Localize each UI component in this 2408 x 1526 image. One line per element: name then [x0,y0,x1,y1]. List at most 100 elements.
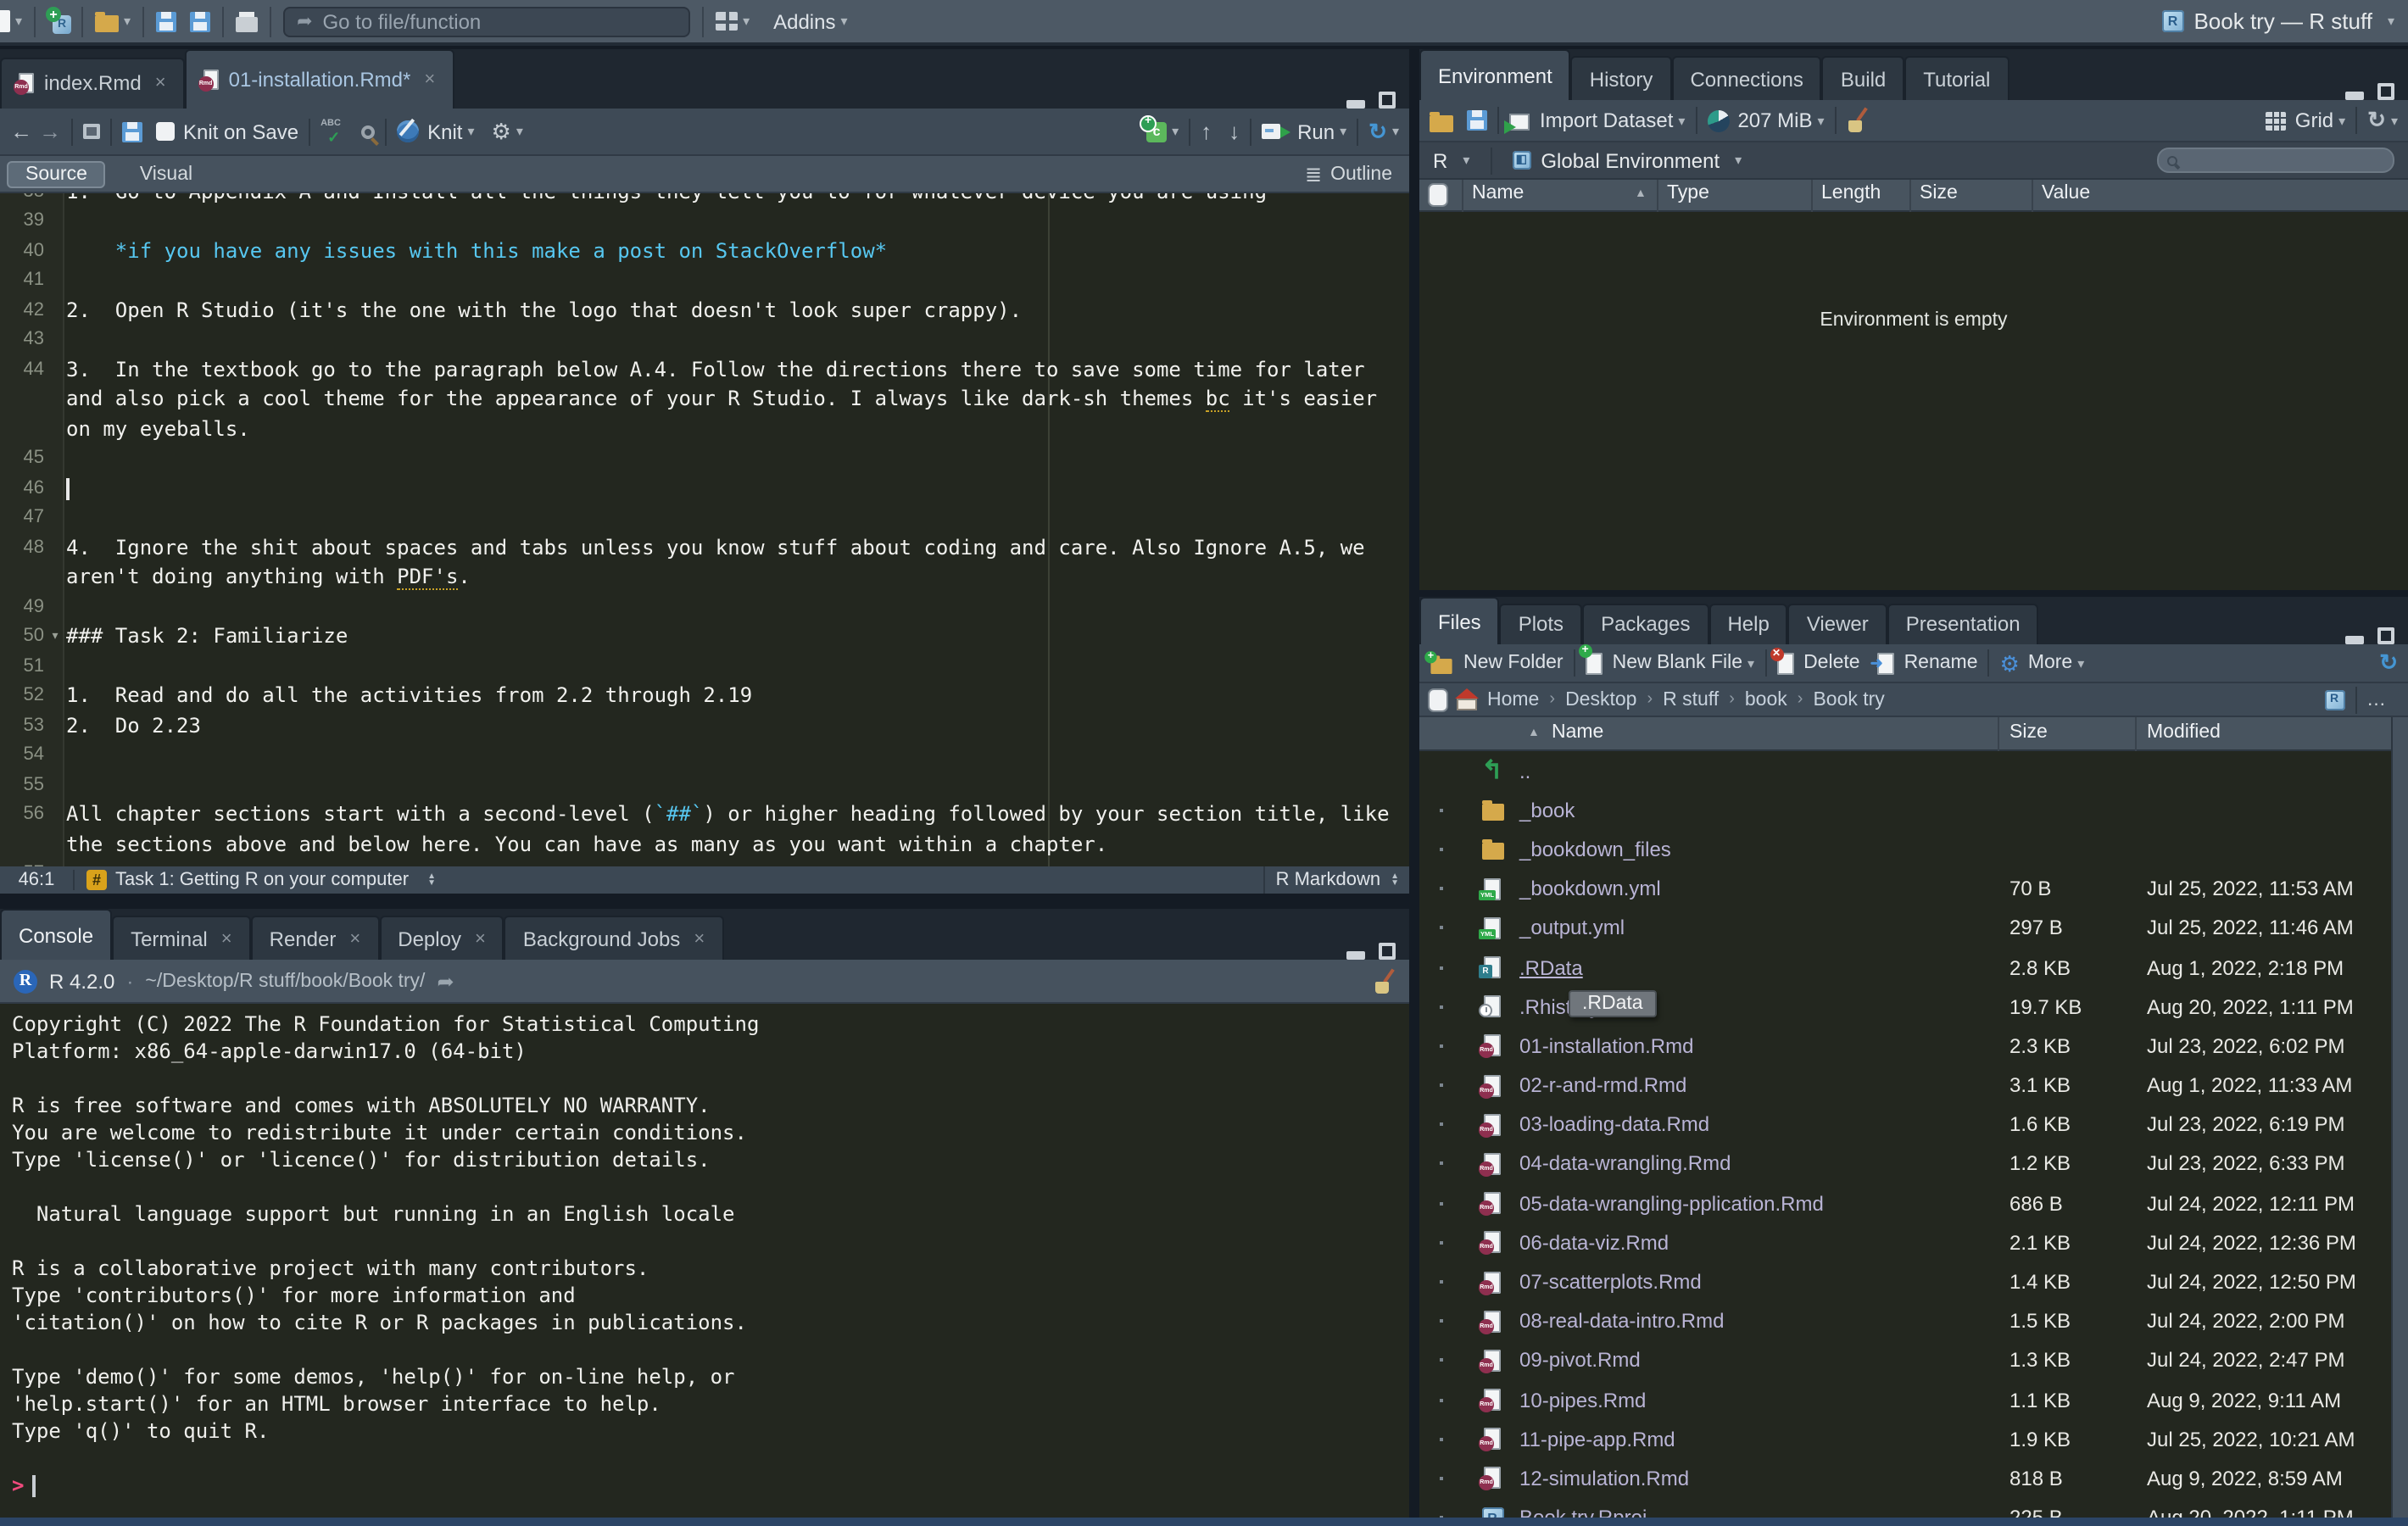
editor-line[interactable]: 422. Open R Studio (it's the one with th… [0,295,1409,325]
file-row[interactable]: Rmd10-pipes.Rmd1.1 KBAug 9, 2022, 9:11 A… [1419,1380,2391,1419]
pane-layout-caret-icon[interactable]: ▾ [743,14,750,29]
env-col-size[interactable]: Size [1920,183,1958,203]
environment-caret-icon[interactable]: ▾ [1735,153,1742,168]
save-all-icon[interactable] [190,11,210,31]
editor-line[interactable]: 45 [0,443,1409,473]
popout-icon[interactable] [83,124,100,139]
editor-line[interactable]: 54 [0,740,1409,770]
rerun-caret-icon[interactable]: ▾ [1392,124,1399,139]
grid-view-icon[interactable] [2266,111,2287,130]
env-refresh-caret-icon[interactable]: ▾ [2391,113,2398,128]
delete-button[interactable]: Delete [1803,653,1860,673]
run-caret-icon[interactable]: ▾ [1340,124,1346,139]
breadcrumb-item[interactable]: Desktop [1565,689,1636,710]
console-tab-background-jobs[interactable]: Background Jobs× [504,916,723,960]
file-row[interactable]: R.RData2.8 KBAug 1, 2022, 2:18 PM [1419,948,2391,987]
file-row[interactable]: Rmd02-r-and-rmd.Rmd3.1 KBAug 1, 2022, 11… [1419,1066,2391,1105]
editor-line[interactable]: 55 [0,770,1409,799]
working-directory[interactable]: ~/Desktop/R stuff/book/Book try/ [145,971,425,991]
spellcheck-icon[interactable] [321,120,348,143]
tab-history[interactable]: History [1571,56,1672,100]
editor-line[interactable]: 484. Ignore the shit about spaces and ta… [0,532,1409,562]
file-row[interactable]: _book [1419,790,2391,829]
home-icon[interactable] [1457,699,1477,710]
close-tab-icon[interactable]: × [349,928,360,949]
close-tab-icon[interactable]: × [694,928,705,949]
editor-tab-01-installation-rmd-[interactable]: Rmd01-installation.Rmd*× [185,49,454,109]
new-blank-file-icon[interactable]: + [1586,652,1603,674]
console-minimize-icon[interactable] [1346,951,1365,960]
breadcrumb-item[interactable]: Home [1487,689,1539,710]
new-folder-icon[interactable]: + [1430,658,1452,673]
tab-help[interactable]: Help [1708,604,1787,644]
file-row[interactable]: Rmd05-data-wrangling-pplication.Rmd686 B… [1419,1183,2391,1222]
env-col-name[interactable]: Name [1472,183,1524,203]
files-col-size[interactable]: Size [2009,722,2048,743]
breadcrumb-more-button[interactable]: … [2355,686,2398,713]
close-tab-icon[interactable]: × [155,74,166,94]
files-col-name[interactable]: Name [1552,722,1603,743]
environment-search-input[interactable] [2157,148,2394,173]
env-col-type[interactable]: Type [1667,183,1709,203]
addins-caret-icon[interactable]: ▾ [841,14,848,29]
clear-console-broom-icon[interactable] [1374,969,1396,993]
file-name[interactable]: _book [1519,799,1575,822]
editor-line[interactable]: 521. Read and do all the activities from… [0,681,1409,710]
new-folder-button[interactable]: New Folder [1463,653,1564,673]
file-name[interactable]: _bookdown_files [1519,838,1671,861]
run-icon[interactable] [1262,124,1280,139]
new-blank-file-caret-icon[interactable]: ▾ [1747,655,1754,671]
file-row[interactable]: .Rhistory.RData19.7 KBAug 20, 2022, 1:11… [1419,987,2391,1026]
files-col-modified[interactable]: Modified [2147,722,2221,743]
editor-line[interactable]: 50▾### Task 2: Familiarize [0,621,1409,651]
env-select-all-checkbox[interactable] [1430,185,1446,205]
find-replace-icon[interactable] [361,125,375,138]
editor-line[interactable]: 40 *if you have any issues with this mak… [0,236,1409,265]
editor-line[interactable]: 49 [0,592,1409,621]
knit-icon[interactable] [397,120,419,142]
files-refresh-icon[interactable]: ↻ [2379,649,2398,677]
file-row[interactable]: Rmd03-loading-data.Rmd1.6 KBJul 23, 2022… [1419,1105,2391,1144]
knit-on-save-checkbox[interactable] [156,122,175,141]
file-name[interactable]: 05-data-wrangling-pplication.Rmd [1519,1191,1824,1215]
tab-plots[interactable]: Plots [1500,604,1582,644]
tab-build[interactable]: Build [1822,56,1904,100]
file-row[interactable]: Rmd11-pipe-app.Rmd1.9 KBJul 25, 2022, 10… [1419,1419,2391,1458]
file-row[interactable]: Rmd06-data-viz.Rmd2.1 KBJul 24, 2022, 12… [1419,1223,2391,1262]
editor-tab-index-rmd[interactable]: Rmdindex.Rmd× [0,58,185,109]
editor-line[interactable]: 56All chapter sections start with a seco… [0,799,1409,829]
breadcrumb-item[interactable]: R stuff [1663,689,1719,710]
rename-button[interactable]: Rename [1904,653,1978,673]
tab-tutorial[interactable]: Tutorial [1904,56,2009,100]
outline-button[interactable]: ≣ Outline [1305,162,1402,186]
new-file-icon[interactable] [0,10,10,32]
file-name[interactable]: 07-scatterplots.Rmd [1519,1270,1702,1294]
file-row[interactable]: YML_bookdown.yml70 BJul 25, 2022, 11:53 … [1419,869,2391,908]
file-name[interactable]: 10-pipes.Rmd [1519,1388,1646,1412]
more-gear-icon[interactable]: ⚙ [2000,652,2020,674]
console-tab-render[interactable]: Render× [251,916,380,960]
editor-line[interactable]: on my eyeballs. [0,414,1409,443]
console-tab-console[interactable]: Console [0,909,112,960]
goto-file-function-input[interactable]: ➦ Go to file/function [283,6,690,36]
file-row[interactable]: RBook try.Rproj225 BAug 20, 2022, 1:11 P… [1419,1498,2391,1518]
file-row[interactable]: Rmd09-pivot.Rmd1.3 KBJul 24, 2022, 2:47 … [1419,1341,2391,1380]
editor-line[interactable]: the sections above and below here. You c… [0,829,1409,859]
language-caret-icon[interactable]: ▾ [1463,153,1469,168]
memory-usage[interactable]: 207 MiB [1737,109,1812,132]
editor-line[interactable]: and also pick a cool theme for the appea… [0,384,1409,414]
env-col-length[interactable]: Length [1821,183,1881,203]
environment-selector[interactable]: Global Environment [1541,148,1720,172]
tab-packages[interactable]: Packages [1582,604,1708,644]
delete-icon[interactable]: ✕ [1776,652,1793,674]
close-tab-icon[interactable]: × [221,928,232,949]
insert-chunk-icon[interactable]: c [1146,121,1167,142]
open-file-icon[interactable] [95,15,119,32]
language-selector[interactable]: R [1433,148,1447,172]
files-minimize-icon[interactable] [2345,636,2364,644]
file-name[interactable]: _output.yml [1519,916,1625,940]
close-tab-icon[interactable]: × [424,70,435,90]
minimize-pane-icon[interactable] [1346,100,1365,109]
console-tab-terminal[interactable]: Terminal× [112,916,251,960]
file-name[interactable]: _bookdown.yml [1519,877,1661,900]
